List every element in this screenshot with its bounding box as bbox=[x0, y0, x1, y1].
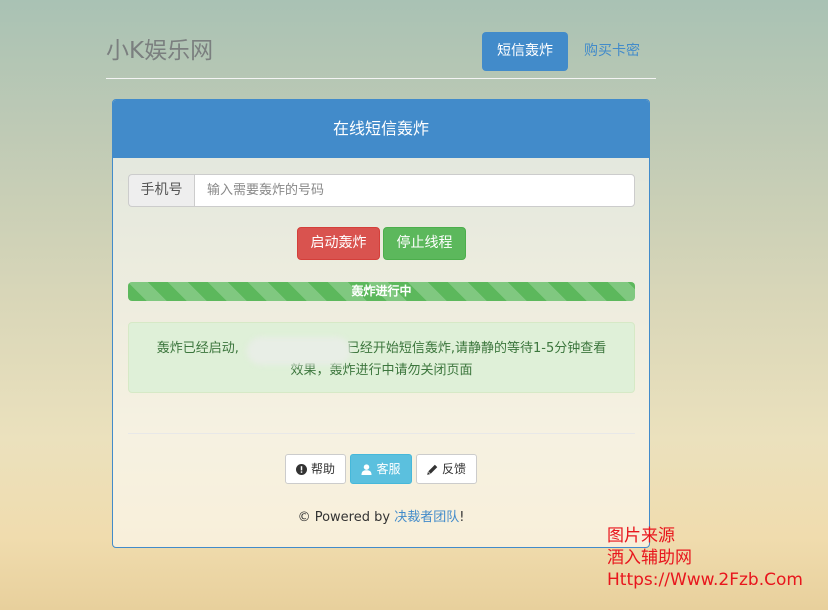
status-alert: 轰炸已经启动, 已经开始短信轰炸,请静静的等待1-5分钟查看 效果，轰炸进行中请勿… bbox=[128, 322, 635, 393]
phone-label: 手机号 bbox=[128, 174, 194, 207]
redacted-phone-mask bbox=[247, 337, 351, 365]
progress-fill: 轰炸进行中 bbox=[128, 282, 635, 301]
feedback-button[interactable]: 反馈 bbox=[416, 454, 477, 484]
alert-line-2: 效果，轰炸进行中请勿关闭页面 bbox=[290, 363, 473, 378]
nav-buy-card-link[interactable]: 购买卡密 bbox=[584, 32, 640, 71]
stop-thread-button[interactable]: 停止线程 bbox=[383, 227, 466, 260]
service-label: 客服 bbox=[376, 462, 401, 476]
nav-sms-bomb-tab[interactable]: 短信轰炸 bbox=[482, 32, 568, 71]
exclamation-circle-icon bbox=[295, 463, 307, 475]
footer-divider bbox=[128, 433, 635, 434]
brand-title[interactable]: 小K娱乐网 bbox=[106, 31, 213, 65]
watermark-line-2: 酒入辅助网 bbox=[607, 548, 692, 568]
team-link[interactable]: 决裁者团队 bbox=[394, 510, 459, 525]
alert-text-started: 轰炸已经启动, bbox=[156, 341, 239, 356]
alert-line-1: 轰炸已经启动, 已经开始短信轰炸,请静静的等待1-5分钟查看 bbox=[141, 338, 622, 360]
panel-title: 在线短信轰炸 bbox=[113, 100, 649, 158]
user-icon bbox=[361, 463, 373, 475]
phone-input-group: 手机号 bbox=[128, 174, 635, 207]
watermark-line-1: 图片来源 bbox=[607, 526, 675, 546]
pencil-icon bbox=[427, 464, 438, 475]
customer-service-button[interactable]: 客服 bbox=[350, 454, 412, 484]
feedback-label: 反馈 bbox=[441, 462, 466, 476]
watermark: 图片来源 酒入辅助网 Https://Www.2Fzb.Com bbox=[607, 525, 803, 591]
powered-prefix: © Powered by bbox=[297, 510, 395, 525]
powered-suffix: ! bbox=[459, 510, 465, 525]
progress-bar: 轰炸进行中 bbox=[128, 282, 635, 301]
help-button[interactable]: 帮助 bbox=[285, 454, 346, 484]
watermark-url: Https://Www.2Fzb.Com bbox=[607, 570, 803, 590]
main-panel: 在线短信轰炸 手机号 启动轰炸 停止线程 轰炸进行中 轰炸已经启动, 已经开始短信… bbox=[112, 99, 650, 548]
alert-text-message: 已经开始短信轰炸,请静静的等待1-5分钟查看 bbox=[346, 341, 607, 356]
powered-by-text: © Powered by 决裁者团队! bbox=[113, 506, 649, 525]
site-header: 小K娱乐网 短信轰炸 购买卡密 bbox=[106, 28, 656, 79]
phone-input[interactable] bbox=[194, 174, 635, 207]
start-bomb-button[interactable]: 启动轰炸 bbox=[297, 227, 380, 260]
help-label: 帮助 bbox=[310, 462, 335, 476]
